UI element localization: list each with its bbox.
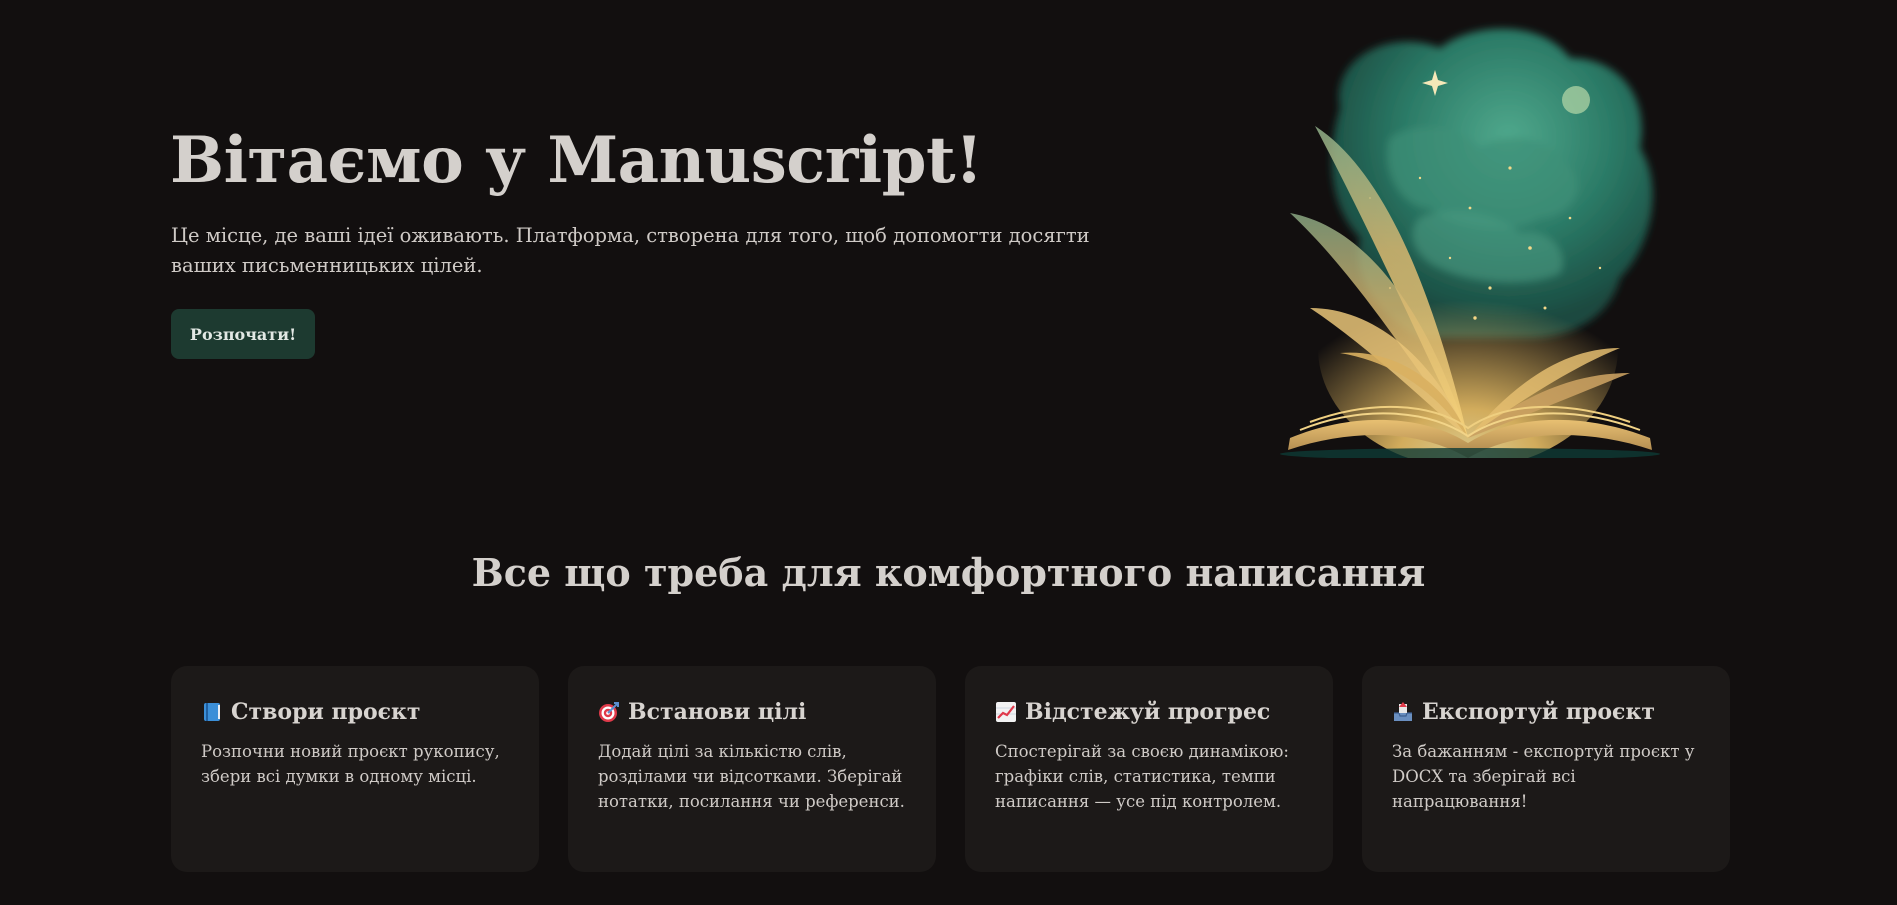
hero-description: Це місце, де ваші ідеї оживають. Платфор… [171,224,1090,277]
feature-card-create-project: Створи проєкт Розпочни новий проєкт руко… [171,666,539,872]
chart-increasing-icon [995,701,1017,723]
card-title: Створи проєкт [231,699,421,725]
card-description: Спостерігай за своєю динамікою: графіки … [995,742,1289,811]
card-description: Додай цілі за кількістю слів, розділами … [598,742,905,811]
outbox-tray-icon [1392,701,1414,723]
card-title: Відстежуй прогрес [1025,699,1271,725]
features-title: Все що треба для комфортного написання [471,550,1426,595]
landing-page: Вітаємо у Manuscript! Це місце, де ваші … [0,0,1897,905]
card-title: Встанови цілі [628,699,807,725]
feature-card-export-project: Експортуй проєкт За бажанням - експортуй… [1362,666,1730,872]
card-title: Експортуй проєкт [1422,699,1655,725]
feature-card-set-goals: Встанови цілі Додай цілі за кількістю сл… [568,666,936,872]
card-description: Розпочни новий проєкт рукопису, збери вс… [201,742,500,786]
get-started-button[interactable]: Розпочати! [171,309,315,359]
blue-book-icon [201,701,223,723]
hero-title: Вітаємо у Manuscript! [170,123,983,198]
target-icon [598,701,620,723]
card-description: За бажанням - експортуй проєкт у DOCX та… [1392,742,1695,811]
feature-card-track-progress: Відстежуй прогрес Спостерігай за своєю д… [965,666,1333,872]
magic-book-illustration [1280,28,1660,458]
